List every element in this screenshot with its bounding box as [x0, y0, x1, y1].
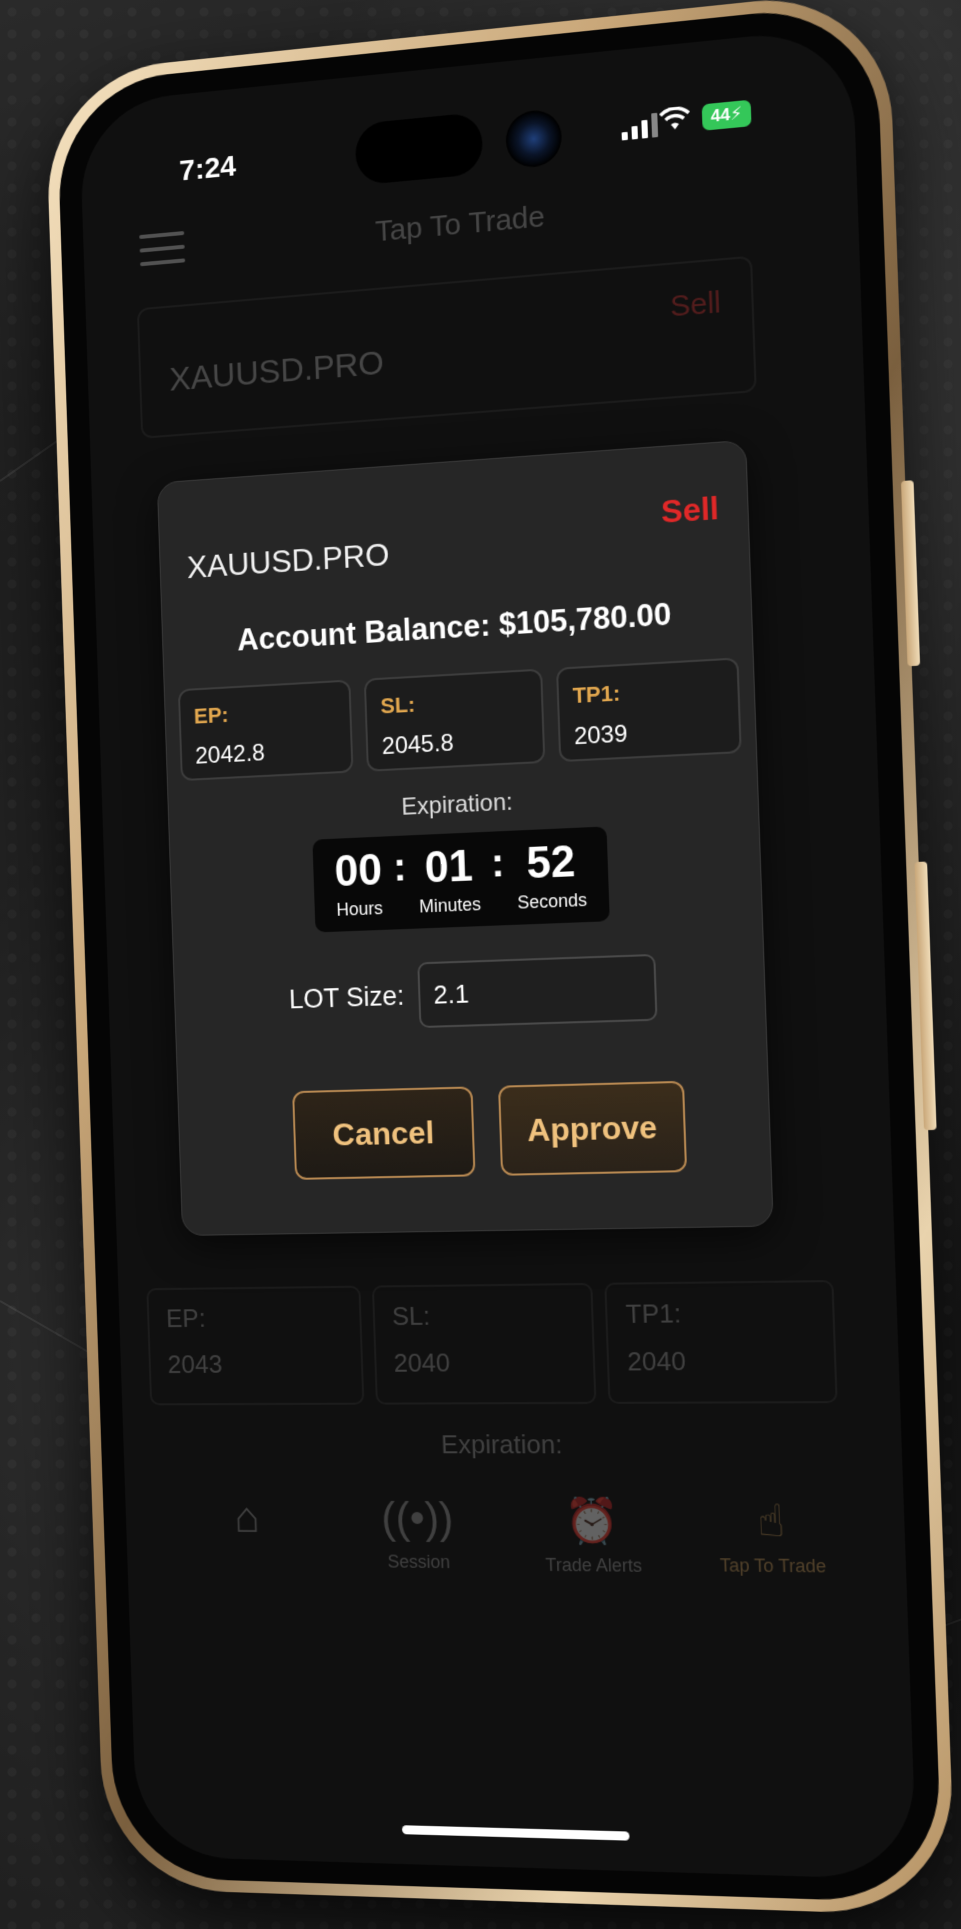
field-tp1: TP1: 2040: [604, 1280, 838, 1404]
phone-screen: 7:24 44 ⚡ Tap To Trade XAUUSD.PRO Sell E…: [78, 26, 918, 1880]
field-value: 2040: [393, 1347, 451, 1378]
tab-tap-to-trade[interactable]: ☝ Tap To Trade: [699, 1495, 846, 1579]
account-balance: Account Balance: $105,780.00: [236, 596, 672, 658]
cancel-button[interactable]: Cancel: [292, 1086, 476, 1180]
dialog-symbol: XAUUSD.PRO: [186, 536, 390, 586]
hours-label: Hours: [336, 898, 384, 920]
field-label: SL:: [380, 691, 416, 719]
hours-value: 00: [333, 845, 383, 897]
alarm-icon: ⏰: [563, 1496, 621, 1547]
tab-bar: ⌂ ((•)) Session ⏰ Trade Alerts ☝ Tap To …: [163, 1493, 865, 1579]
tab-home[interactable]: ⌂: [180, 1493, 316, 1574]
signal-icon: ((•)): [380, 1493, 455, 1544]
timer-separator: :: [490, 841, 506, 886]
trade-fields: EP: 2043 SL: 2040 TP1: 2040: [146, 1280, 838, 1406]
lot-size-row: LOT Size:: [288, 953, 658, 1032]
minutes-label: Minutes: [418, 894, 482, 917]
field-label: EP:: [165, 1303, 207, 1333]
expiration-label: Expiration:: [401, 788, 514, 821]
tab-label: Session: [387, 1551, 451, 1573]
seconds-label: Seconds: [516, 889, 588, 913]
tab-session[interactable]: ((•)) Session: [349, 1494, 488, 1576]
timer-hours: 00 Hours: [333, 845, 384, 921]
field-label: EP:: [193, 702, 229, 729]
approve-trade-dialog: XAUUSD.PRO Sell Account Balance: $105,78…: [156, 439, 774, 1236]
lot-size-label: LOT Size:: [288, 980, 405, 1014]
timer-separator: :: [392, 845, 408, 890]
dialog-side: Sell: [660, 489, 720, 530]
background: 7:24 44 ⚡ Tap To Trade XAUUSD.PRO Sell E…: [0, 0, 961, 1929]
lot-size-input[interactable]: [416, 953, 658, 1029]
timer-minutes: 01 Minutes: [417, 842, 481, 917]
minutes-value: 01: [423, 841, 474, 893]
field-value: 2040: [626, 1345, 687, 1377]
field-value: 2045.8: [381, 729, 454, 761]
dialog-actions: Cancel Approve: [292, 1080, 688, 1180]
tab-label: Trade Alerts: [545, 1554, 643, 1576]
field-sl: SL: 2040: [371, 1282, 597, 1405]
trade-side: Sell: [669, 285, 722, 324]
tab-label: Tap To Trade: [719, 1555, 827, 1577]
approve-button[interactable]: Approve: [498, 1080, 688, 1176]
dialog-fields: EP: 2042.8 SL: 2045.8 TP1: 2039: [177, 657, 742, 782]
field-value: 2042.8: [194, 739, 266, 770]
tap-hand-icon: ☝: [756, 1496, 786, 1547]
field-ep: EP: 2043: [146, 1285, 365, 1406]
field-ep: EP: 2042.8: [177, 679, 354, 782]
field-tp1: TP1: 2039: [555, 657, 742, 763]
field-label: SL:: [391, 1300, 431, 1332]
tab-trade-alerts[interactable]: ⏰ Trade Alerts: [521, 1494, 664, 1577]
seconds-value: 52: [525, 836, 576, 889]
timer-seconds: 52 Seconds: [515, 837, 587, 913]
field-label: TP1:: [572, 680, 621, 709]
home-icon: ⌂: [233, 1493, 261, 1542]
phone: 7:24 44 ⚡ Tap To Trade XAUUSD.PRO Sell E…: [44, 0, 957, 1917]
trade-symbol: XAUUSD.PRO: [168, 343, 385, 399]
field-sl: SL: 2045.8: [364, 668, 546, 772]
trade-card[interactable]: XAUUSD.PRO Sell: [136, 255, 757, 439]
field-value: 2043: [167, 1349, 223, 1379]
field-value: 2039: [573, 720, 628, 751]
expiration-label: Expiration:: [440, 1429, 563, 1460]
field-label: TP1:: [625, 1298, 682, 1330]
expiration-countdown: 00 Hours : 01 Minutes : 52 Seconds: [312, 826, 610, 933]
